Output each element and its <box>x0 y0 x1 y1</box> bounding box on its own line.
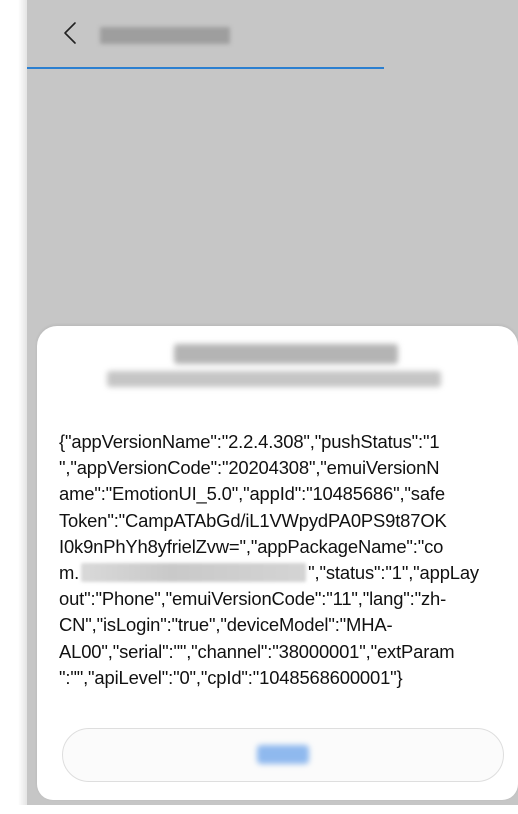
message-line: m. ","status":"1","appLay <box>59 560 509 586</box>
back-button[interactable] <box>57 18 83 48</box>
message-line: Token":"CampATAbGd/iL1VWpydPA0PS9t87OK <box>59 509 447 531</box>
message-line: CN","isLogin":"true","deviceModel":"MHA- <box>59 614 393 636</box>
message-line: ","appVersionCode":"20204308","emuiVersi… <box>59 457 440 479</box>
confirm-button-label <box>257 745 309 764</box>
dialog-subtitle <box>107 371 441 387</box>
message-line: AL00","serial":"","channel":"38000001","… <box>59 640 455 662</box>
message-text: ","status":"1","appLay <box>308 562 479 584</box>
message-line: {"appVersionName":"2.2.4.308","pushStatu… <box>59 431 440 452</box>
confirm-button[interactable] <box>62 728 504 782</box>
message-text: m. <box>59 562 80 584</box>
message-line: ":"","apiLevel":"0","cpId":"104856860000… <box>59 666 403 688</box>
chevron-left-icon <box>64 22 76 44</box>
message-line: I0k9nPhYh8yfrielZvw=","appPackageName":"… <box>59 535 444 557</box>
phone-screen: {"appVersionName":"2.2.4.308","pushStatu… <box>0 0 518 814</box>
redacted-package-name <box>81 563 307 583</box>
message-line: out":"Phone","emuiVersionCode":"11","lan… <box>59 588 447 610</box>
dialog-message: {"appVersionName":"2.2.4.308","pushStatu… <box>59 429 509 691</box>
app-screen: {"appVersionName":"2.2.4.308","pushStatu… <box>27 0 518 805</box>
tab-indicator <box>27 67 384 69</box>
page-title <box>100 27 230 44</box>
screen-edge <box>18 0 27 805</box>
info-dialog: {"appVersionName":"2.2.4.308","pushStatu… <box>37 326 518 800</box>
message-line: ame":"EmotionUI_5.0","appId":"10485686",… <box>59 483 445 505</box>
dialog-title <box>174 344 398 364</box>
